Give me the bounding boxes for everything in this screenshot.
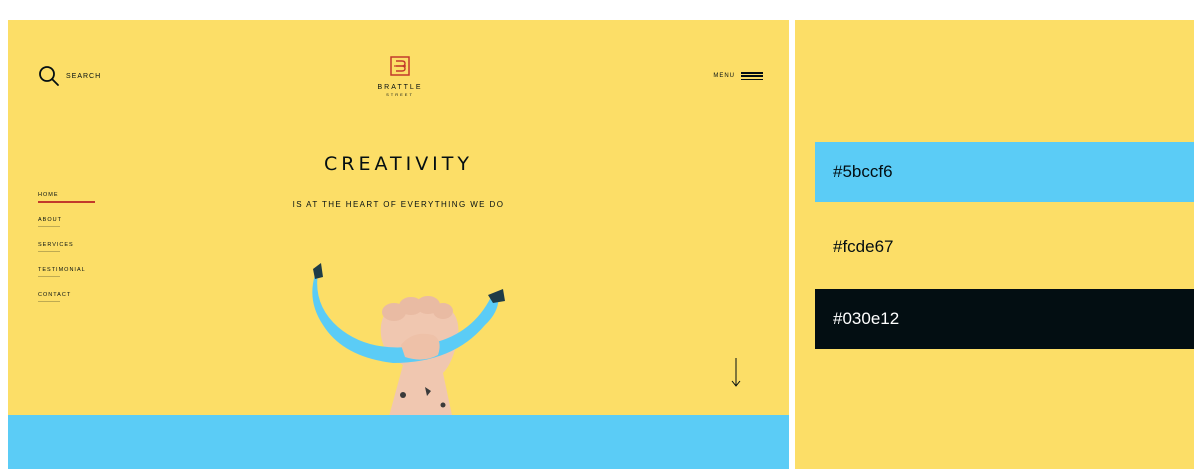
- search-button[interactable]: SEARCH: [38, 65, 101, 87]
- logo-icon: [390, 56, 410, 76]
- search-icon: [39, 66, 59, 86]
- hero-headline: CREATIVITY: [323, 153, 474, 175]
- search-label: SEARCH: [66, 72, 102, 80]
- nav-item-services[interactable]: SERVICES: [38, 242, 86, 252]
- swatch-black: #030e12: [815, 289, 1194, 349]
- hero-bottom-band: [8, 415, 789, 469]
- down-arrow-icon[interactable]: [731, 358, 741, 388]
- logo-subtitle: STREET: [386, 92, 414, 97]
- menu-label: MENU: [713, 73, 735, 79]
- brand-logo[interactable]: BRATTLE STREET: [370, 56, 430, 97]
- nav-item-contact[interactable]: CONTACT: [38, 292, 86, 302]
- side-navigation: HOME ABOUT SERVICES TESTIMONIAL CONTACT: [38, 192, 95, 317]
- hero-image-banana-hand: [312, 263, 505, 420]
- swatch-yellow: #fcde67: [815, 217, 1194, 277]
- swatch-blue-label: #5bccf6: [833, 162, 893, 181]
- swatch-blue: #5bccf6: [815, 142, 1194, 202]
- hamburger-menu-icon: [741, 72, 763, 80]
- logo-name: BRATTLE: [377, 84, 423, 91]
- nav-item-testimonial[interactable]: TESTIMONIAL: [38, 267, 86, 277]
- color-palette-panel: #5bccf6 #fcde67 #030e12: [795, 20, 1194, 469]
- nav-item-about[interactable]: ABOUT: [38, 217, 86, 227]
- nav-item-home[interactable]: HOME: [38, 192, 95, 203]
- menu-button[interactable]: MENU: [713, 72, 763, 80]
- swatch-black-label: #030e12: [833, 309, 900, 328]
- hero-subheadline: IS AT THE HEART OF EVERYTHING WE DO: [292, 200, 505, 209]
- website-mockup: SEARCH BRATTLE STREET MENU CREATIVITY IS…: [8, 20, 789, 469]
- swatch-yellow-label: #fcde67: [833, 237, 894, 256]
